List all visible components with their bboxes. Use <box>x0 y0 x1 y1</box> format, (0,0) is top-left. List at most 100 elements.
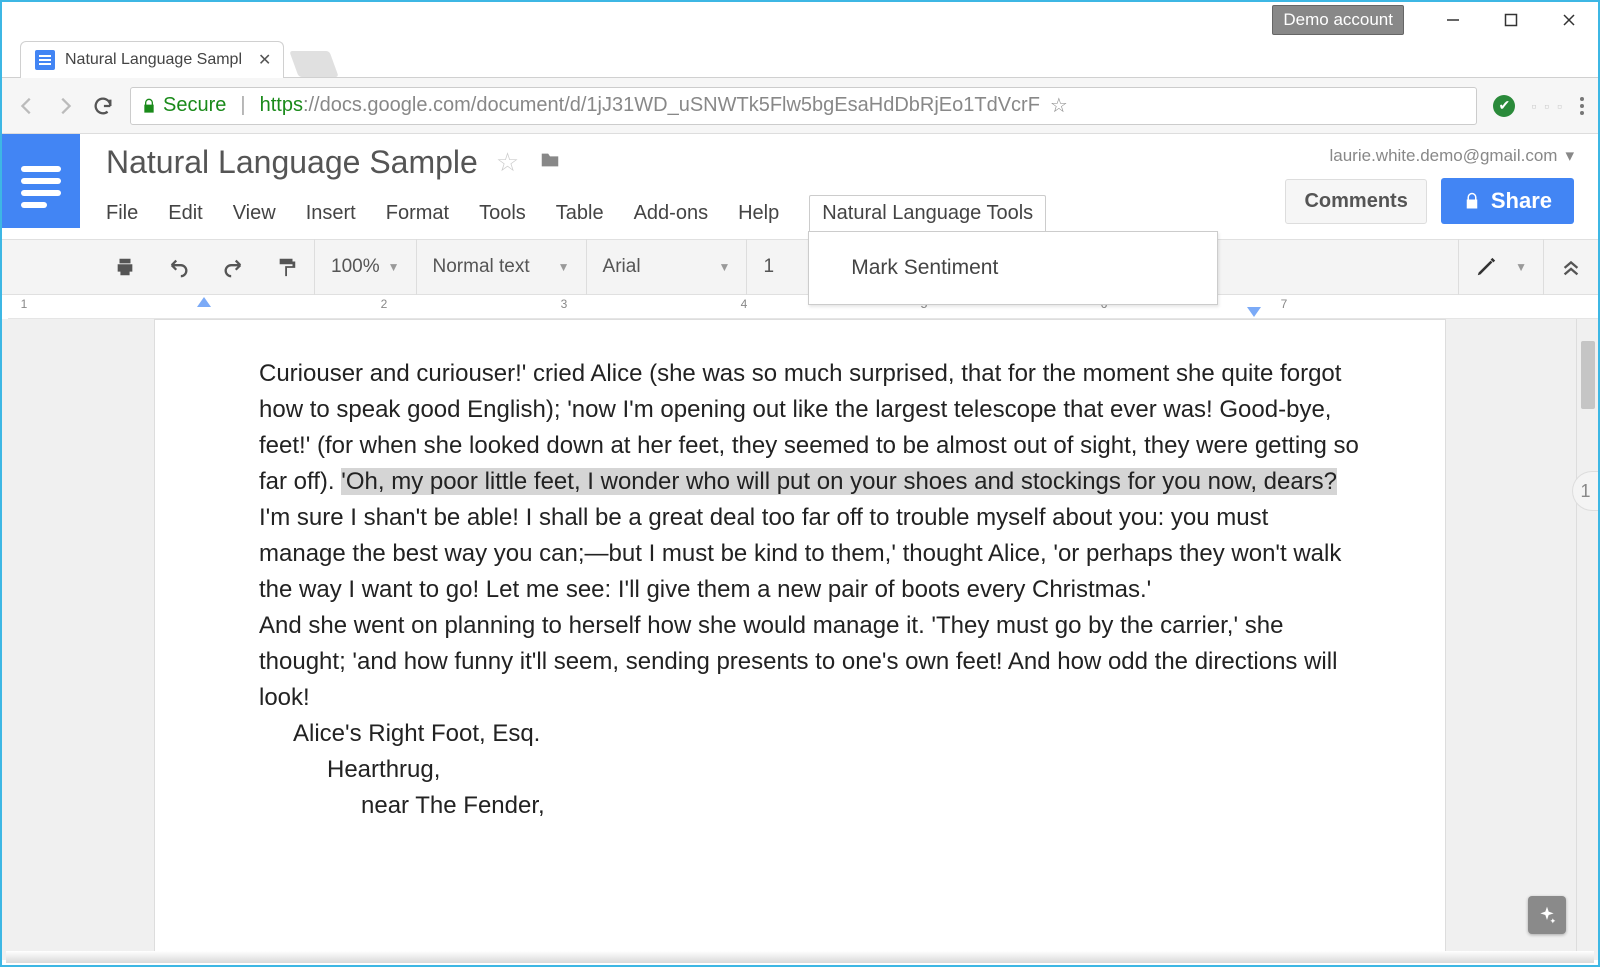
sparkle-icon <box>1537 905 1557 925</box>
docs-logo-icon[interactable] <box>2 134 80 228</box>
window-bottom-edge <box>6 951 1594 963</box>
arrow-left-icon <box>16 95 38 117</box>
font-size-dropdown[interactable]: 1 <box>747 240 790 294</box>
browser-tab[interactable]: Natural Language Sampl ✕ <box>20 41 284 78</box>
chrome-menu-button[interactable] <box>1580 97 1584 115</box>
lock-icon <box>141 98 157 114</box>
url-text: ://docs.google.com/document/d/1jJ31WD_uS… <box>303 94 1040 117</box>
font-value: Arial <box>603 256 641 278</box>
editing-mode-dropdown[interactable]: ▼ <box>1459 256 1543 278</box>
menu-help[interactable]: Help <box>738 202 779 225</box>
bookmark-star-button[interactable]: ☆ <box>1050 93 1068 118</box>
print-icon <box>114 256 136 278</box>
browser-tab-strip: Natural Language Sampl ✕ <box>2 38 1598 78</box>
menu-tools[interactable]: Tools <box>479 202 526 225</box>
nl-tools-trigger[interactable]: Natural Language Tools <box>809 195 1046 231</box>
font-family-dropdown[interactable]: Arial ▼ <box>587 240 747 294</box>
document-paragraph[interactable]: Curiouser and curiouser!' cried Alice (s… <box>259 356 1361 608</box>
menu-view[interactable]: View <box>233 202 276 225</box>
paint-format-button[interactable] <box>260 240 314 294</box>
document-paragraph[interactable]: Alice's Right Foot, Esq. <box>259 716 1361 752</box>
move-to-folder-button[interactable] <box>537 149 563 176</box>
chevron-down-icon: ▾ <box>1565 146 1574 166</box>
docs-toolbar: 100% ▼ Normal text ▼ Arial ▼ 1 ▼ <box>2 239 1598 295</box>
menu-file[interactable]: File <box>106 202 138 225</box>
document-scroll-area[interactable]: Curiouser and curiouser!' cried Alice (s… <box>2 319 1598 960</box>
scrollbar-thumb[interactable] <box>1581 341 1595 409</box>
menu-insert[interactable]: Insert <box>306 202 356 225</box>
ruler-tick-label: 1 <box>21 297 28 311</box>
secure-indicator: Secure <box>141 94 226 117</box>
nl-tools-dropdown: Mark Sentiment <box>808 231 1218 305</box>
right-indent-marker[interactable] <box>1247 307 1261 317</box>
url-protocol: https <box>260 94 303 117</box>
star-document-button[interactable]: ☆ <box>496 147 519 178</box>
chevron-down-icon: ▼ <box>388 260 400 274</box>
docs-favicon-icon <box>35 50 55 70</box>
folder-icon <box>537 149 563 171</box>
chevron-double-up-icon <box>1560 256 1582 278</box>
menu-table[interactable]: Table <box>556 202 604 225</box>
extension-placeholder: ▫ ▫ ▫ <box>1531 98 1564 114</box>
paragraph-style-dropdown[interactable]: Normal text ▼ <box>417 240 586 294</box>
window-titlebar: Demo account <box>2 2 1598 38</box>
zoom-dropdown[interactable]: 100% ▼ <box>315 240 416 294</box>
menubar: File Edit View Insert Format Tools Table… <box>106 195 1285 231</box>
close-icon <box>1562 13 1576 27</box>
reload-icon <box>92 95 114 117</box>
nav-forward-button[interactable] <box>54 95 76 117</box>
undo-button[interactable] <box>152 240 206 294</box>
zoom-value: 100% <box>331 256 380 278</box>
left-indent-marker[interactable] <box>197 297 211 307</box>
user-email-label: laurie.white.demo@gmail.com <box>1329 146 1557 166</box>
window-maximize-button[interactable] <box>1482 4 1540 36</box>
chevron-down-icon: ▼ <box>1515 260 1527 274</box>
lock-icon <box>1463 192 1481 210</box>
redo-button[interactable] <box>206 240 260 294</box>
window-minimize-button[interactable] <box>1424 4 1482 36</box>
mark-sentiment-item[interactable]: Mark Sentiment <box>809 244 1217 292</box>
nav-back-button[interactable] <box>16 95 38 117</box>
ruler-tick-label: 2 <box>381 297 388 311</box>
menu-addons[interactable]: Add-ons <box>634 202 709 225</box>
style-value: Normal text <box>433 256 530 278</box>
text-selection: 'Oh, my poor little feet, I wonder who w… <box>341 468 1337 495</box>
font-size-value: 1 <box>763 256 774 278</box>
menu-edit[interactable]: Edit <box>168 202 202 225</box>
paint-roller-icon <box>276 256 298 278</box>
ruler-tick-label: 4 <box>741 297 748 311</box>
explore-button[interactable] <box>1528 896 1566 934</box>
user-email-menu[interactable]: laurie.white.demo@gmail.com ▾ <box>1285 146 1574 166</box>
nav-reload-button[interactable] <box>92 95 114 117</box>
collapse-toolbar-button[interactable] <box>1544 256 1598 278</box>
comments-button[interactable]: Comments <box>1285 179 1426 224</box>
arrow-right-icon <box>54 95 76 117</box>
secure-label: Secure <box>163 94 226 117</box>
share-button[interactable]: Share <box>1441 178 1574 224</box>
new-tab-button[interactable] <box>290 51 339 77</box>
document-paragraph[interactable]: And she went on planning to herself how … <box>259 608 1361 716</box>
menu-natural-language-tools[interactable]: Natural Language Tools Mark Sentiment <box>809 195 1046 231</box>
docs-header: Natural Language Sample ☆ File Edit View… <box>2 134 1598 231</box>
chevron-down-icon: ▼ <box>719 260 731 274</box>
vertical-scrollbar[interactable] <box>1576 319 1598 960</box>
document-paragraph[interactable]: near The Fender, <box>259 788 1361 824</box>
extension-badge-icon[interactable]: ✔ <box>1493 95 1515 117</box>
document-title[interactable]: Natural Language Sample <box>106 144 478 181</box>
tab-close-button[interactable]: ✕ <box>258 50 271 70</box>
print-button[interactable] <box>98 240 152 294</box>
ruler-tick-label: 3 <box>561 297 568 311</box>
window-close-button[interactable] <box>1540 4 1598 36</box>
menu-format[interactable]: Format <box>386 202 449 225</box>
docs-app: Natural Language Sample ☆ File Edit View… <box>2 134 1598 960</box>
text-run: I'm sure I shan't be able! I shall be a … <box>259 504 1341 603</box>
document-paragraph[interactable]: Hearthrug, <box>259 752 1361 788</box>
address-bar[interactable]: Secure | https ://docs.google.com/docume… <box>130 87 1477 125</box>
share-label: Share <box>1491 188 1552 214</box>
browser-tab-title: Natural Language Sampl <box>65 51 242 69</box>
pencil-icon <box>1475 256 1497 278</box>
maximize-icon <box>1504 13 1518 27</box>
demo-account-badge: Demo account <box>1272 5 1404 35</box>
horizontal-ruler[interactable]: 1 2 3 4 5 6 7 <box>8 295 1598 319</box>
document-page[interactable]: Curiouser and curiouser!' cried Alice (s… <box>154 319 1446 960</box>
